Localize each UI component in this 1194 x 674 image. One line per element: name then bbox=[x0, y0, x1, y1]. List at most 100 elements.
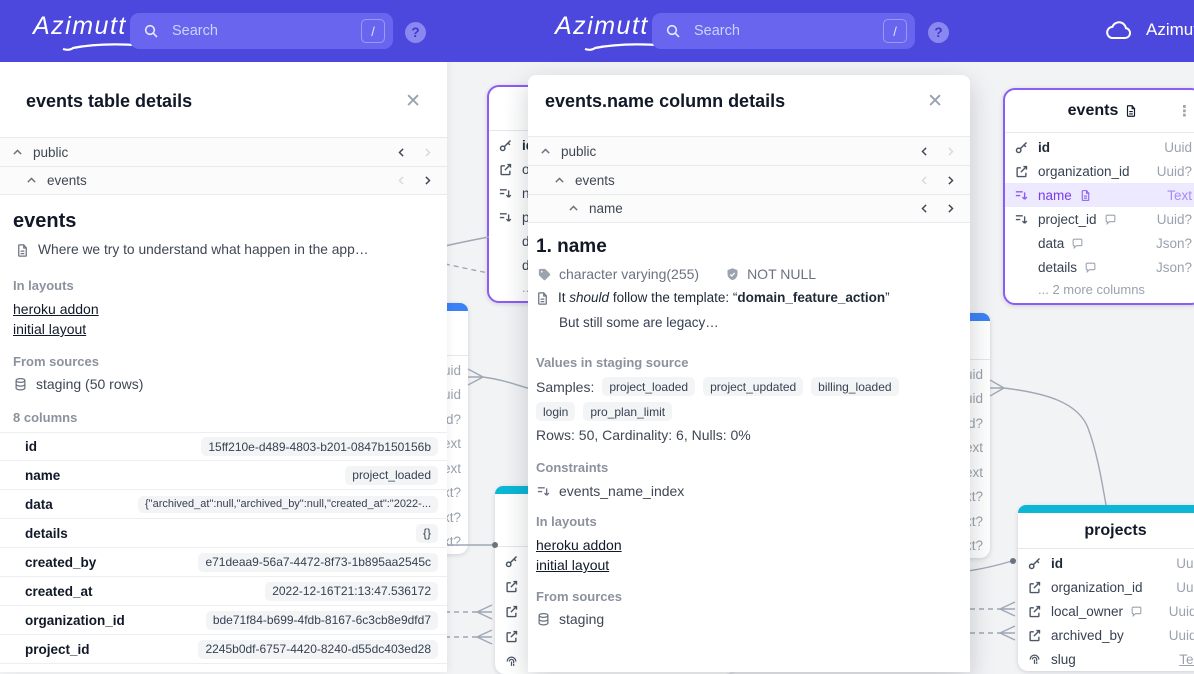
search-icon bbox=[665, 23, 681, 39]
columns-count-label: 8 columns bbox=[13, 410, 447, 425]
column-type: Text bbox=[1167, 188, 1192, 203]
chevron-right-icon[interactable] bbox=[944, 145, 957, 158]
column-type: Uuid? bbox=[1157, 212, 1192, 227]
chevron-left-icon[interactable] bbox=[918, 174, 931, 187]
breadcrumb-table[interactable]: events bbox=[0, 166, 447, 195]
column-name: organization_id bbox=[1038, 164, 1130, 179]
breadcrumb-table[interactable]: events bbox=[528, 165, 970, 194]
panel-title-strong: events bbox=[26, 91, 83, 112]
column-row[interactable]: name project_loaded bbox=[0, 461, 447, 490]
layout-link[interactable]: initial layout bbox=[536, 557, 609, 573]
column-row[interactable]: details{} bbox=[0, 519, 447, 548]
azimutt-logo[interactable]: Azimutt bbox=[555, 12, 649, 41]
table-row[interactable]: id Uuid bbox=[1005, 135, 1194, 159]
help-button[interactable]: ? bbox=[928, 22, 949, 43]
chevron-left-icon[interactable] bbox=[918, 145, 931, 158]
doc-icon bbox=[1124, 104, 1138, 118]
help-button[interactable]: ? bbox=[405, 22, 426, 43]
column-stats: Rows: 50, Cardinality: 6, Nulls: 0% bbox=[536, 427, 970, 443]
table-row[interactable]: local_owner Uuid? bbox=[1018, 599, 1194, 623]
table-description: Where we try to understand what happen i… bbox=[15, 242, 432, 258]
table-header[interactable]: projects bbox=[1018, 513, 1194, 549]
table-row[interactable]: archived_by Uuid? bbox=[1018, 623, 1194, 647]
layout-link[interactable]: heroku addon bbox=[13, 301, 99, 317]
layout-link[interactable]: heroku addon bbox=[536, 537, 622, 553]
chevron-up-icon[interactable] bbox=[567, 202, 580, 215]
cloud-icon[interactable] bbox=[1106, 21, 1133, 41]
chevron-up-icon[interactable] bbox=[25, 174, 38, 187]
column-name: id bbox=[1038, 140, 1050, 155]
chevron-left-icon[interactable] bbox=[918, 202, 931, 215]
index-icon bbox=[1014, 212, 1031, 227]
sample-pill: login bbox=[536, 402, 575, 421]
column-row[interactable]: organization_id bde71f84-b699-4fdb-8167-6… bbox=[0, 606, 447, 635]
breadcrumb-schema[interactable]: public bbox=[0, 137, 447, 166]
chevron-up-icon[interactable] bbox=[539, 145, 552, 158]
close-icon[interactable]: ✕ bbox=[927, 91, 943, 112]
chevron-right-icon[interactable] bbox=[944, 202, 957, 215]
constraints-section-label: Constraints bbox=[536, 460, 970, 475]
constraint-row: events_name_index bbox=[536, 483, 970, 499]
comment-icon bbox=[1071, 237, 1084, 250]
layouts-section-label: In layouts bbox=[536, 514, 970, 529]
tag-icon bbox=[537, 267, 552, 282]
table-row[interactable]: slug Text bbox=[1018, 647, 1194, 671]
table-row[interactable]: organization_id Uuid bbox=[1018, 575, 1194, 599]
search-box[interactable]: / bbox=[652, 13, 915, 49]
table-name-heading: events bbox=[13, 210, 447, 233]
chevron-up-icon[interactable] bbox=[11, 146, 24, 159]
account-label[interactable]: Azimutt bbox=[1146, 20, 1194, 40]
column-name: data bbox=[25, 497, 53, 512]
azimutt-logo[interactable]: Azimutt bbox=[33, 12, 127, 41]
database-icon bbox=[13, 377, 28, 392]
columns-list: id15ff210e-d489-4803-b201-0847b150156b n… bbox=[0, 432, 447, 664]
column-name: organization_id bbox=[25, 613, 125, 628]
column-doc-line: It should follow the template: “domain_f… bbox=[535, 290, 956, 306]
projects-table-card[interactable]: projects id Uuid organization_id Uuid lo… bbox=[1018, 505, 1194, 671]
panel-title: events.name column details ✕ bbox=[528, 75, 970, 112]
column-row[interactable]: created_at2022-12-16T21:13:47.536172 bbox=[0, 577, 447, 606]
chevron-right-icon[interactable] bbox=[421, 146, 434, 159]
comment-icon bbox=[1084, 261, 1097, 274]
column-type: Json? bbox=[1156, 236, 1192, 251]
layout-link[interactable]: initial layout bbox=[13, 321, 86, 337]
column-sample-value: project_loaded bbox=[345, 466, 438, 485]
breadcrumb-schema[interactable]: public bbox=[528, 136, 970, 165]
table-row[interactable]: data Json? bbox=[1005, 231, 1194, 255]
table-row[interactable]: id Uuid bbox=[1018, 551, 1194, 575]
table-row-highlighted[interactable]: name Text bbox=[1005, 183, 1194, 207]
shield-check-icon bbox=[725, 267, 740, 282]
column-row[interactable]: project_id2245b0df-6757-4420-8240-d55dc4… bbox=[0, 635, 447, 664]
column-row[interactable]: id15ff210e-d489-4803-b201-0847b150156b bbox=[0, 432, 447, 461]
source-row: staging bbox=[536, 611, 970, 627]
panel-title: events table details ✕ bbox=[0, 62, 447, 112]
column-row[interactable]: created_bye71deaa9-56a7-4472-8f73-1b895a… bbox=[0, 548, 447, 577]
breadcrumb-column[interactable]: name bbox=[528, 194, 970, 223]
table-header[interactable]: events ⋮ bbox=[1005, 90, 1194, 133]
table-menu-icon[interactable]: ⋮ bbox=[1177, 102, 1192, 120]
chevron-right-icon[interactable] bbox=[421, 174, 434, 187]
table-row[interactable]: project_id Uuid? bbox=[1005, 207, 1194, 231]
sources-section-label: From sources bbox=[536, 589, 970, 604]
column-name: data bbox=[1038, 236, 1064, 251]
chevron-up-icon[interactable] bbox=[553, 174, 566, 187]
chevron-right-icon[interactable] bbox=[944, 174, 957, 187]
column-name: local_owner bbox=[1051, 604, 1123, 619]
database-icon bbox=[536, 612, 551, 627]
column-type: Uuid? bbox=[1169, 628, 1194, 643]
more-columns[interactable]: ... 2 more columns bbox=[1005, 279, 1194, 303]
column-row[interactable]: data{"archived_at":null,"archived_by":nu… bbox=[0, 490, 447, 519]
column-sample-value: bde71f84-b699-4fdb-8167-6c3cb8e9dfd7 bbox=[206, 611, 438, 630]
table-row[interactable]: organization_id Uuid? bbox=[1005, 159, 1194, 183]
index-icon bbox=[1014, 188, 1031, 203]
search-input[interactable] bbox=[170, 22, 361, 40]
search-box[interactable]: / bbox=[130, 13, 393, 49]
column-name: details bbox=[25, 526, 68, 541]
chevron-left-icon[interactable] bbox=[395, 174, 408, 187]
column-name: name bbox=[25, 468, 60, 483]
events-table-card[interactable]: events ⋮ id Uuid organization_id Uuid? n… bbox=[1003, 88, 1194, 305]
chevron-left-icon[interactable] bbox=[395, 146, 408, 159]
close-icon[interactable]: ✕ bbox=[405, 91, 421, 112]
search-input[interactable] bbox=[692, 22, 883, 40]
table-row[interactable]: details Json? bbox=[1005, 255, 1194, 279]
